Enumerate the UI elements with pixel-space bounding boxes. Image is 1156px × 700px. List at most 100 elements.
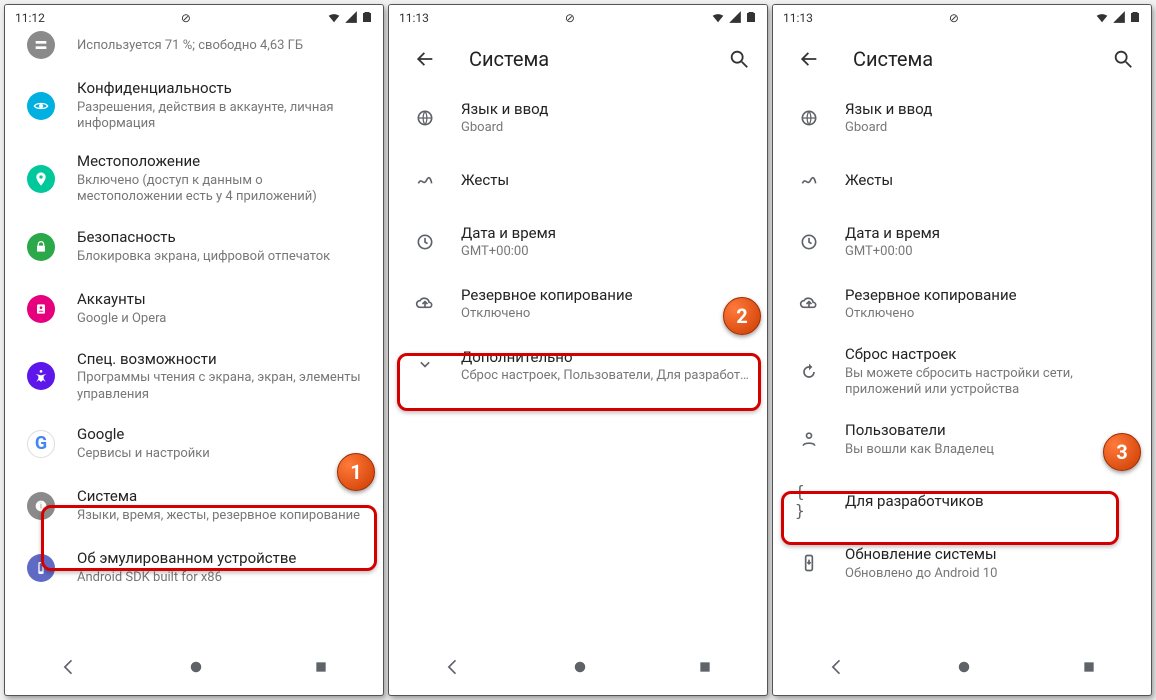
row-backup[interactable]: Резервное копирование Отключено — [773, 273, 1151, 335]
row-title: Сброс настроек — [845, 345, 1135, 364]
back-button[interactable] — [405, 39, 445, 79]
row-datetime[interactable]: Дата и время GMT+00:00 — [389, 211, 767, 273]
svg-text:i: i — [40, 501, 42, 510]
settings-row-storage[interactable]: Используется 71 %; свободно 4,63 ГБ — [5, 31, 383, 69]
nav-recent[interactable] — [697, 659, 713, 679]
row-title: Резервное копирование — [461, 286, 751, 305]
row-title: Язык и ввод — [845, 100, 1135, 119]
row-title: Безопасность — [77, 228, 367, 247]
row-title: Местоположение — [77, 152, 367, 171]
page-title: Система — [469, 47, 695, 71]
row-title: Дата и время — [845, 224, 1135, 243]
system-list[interactable]: Язык и ввод Gboard Жесты Дата и время GM… — [773, 87, 1151, 643]
nav-back[interactable] — [443, 657, 463, 681]
screen-system-collapsed: 11:13 ⊘ Система Язык и ввод Gboard Жесты — [388, 4, 768, 696]
signal-icon — [728, 10, 742, 27]
row-title: Система — [77, 487, 367, 506]
battery-icon — [745, 9, 757, 28]
wifi-icon — [1095, 10, 1109, 27]
row-developer[interactable]: { } Для разработчиков — [773, 470, 1151, 532]
page-title: Система — [853, 47, 1079, 71]
backup-icon — [411, 290, 439, 318]
row-language[interactable]: Язык и ввод Gboard — [773, 87, 1151, 149]
row-sub: Сервисы и настройки — [77, 446, 367, 462]
a11y-icon — [27, 362, 55, 390]
status-time: 11:13 — [399, 11, 429, 25]
system-icon: i — [27, 492, 55, 520]
row-title: Пользователи — [845, 421, 1135, 440]
update-icon — [795, 549, 823, 577]
search-button[interactable] — [1103, 39, 1143, 79]
row-title: Дополнительно — [461, 348, 751, 367]
status-icons — [327, 9, 373, 28]
nav-back[interactable] — [59, 657, 79, 681]
back-button[interactable] — [789, 39, 829, 79]
row-sub: Отключено — [461, 306, 751, 322]
nav-recent[interactable] — [313, 659, 329, 679]
system-list[interactable]: Язык и ввод Gboard Жесты Дата и время GM… — [389, 87, 767, 643]
status-icons — [1095, 9, 1141, 28]
row-sub: Используется 71 %; свободно 4,63 ГБ — [77, 38, 367, 54]
settings-list[interactable]: Используется 71 %; свободно 4,63 ГБ Конф… — [5, 31, 383, 643]
nav-bar — [5, 643, 383, 695]
settings-row-security[interactable]: Безопасность Блокировка экрана, цифровой… — [5, 216, 383, 278]
nav-home[interactable] — [955, 658, 973, 680]
row-sub: Включено (доступ к данным о местоположен… — [77, 173, 367, 206]
row-sub: Вы вошли как Владелец — [845, 442, 1135, 458]
row-title: Об эмулированном устройстве — [77, 549, 367, 568]
settings-row-privacy[interactable]: Конфиденциальность Разрешения, действия … — [5, 69, 383, 142]
settings-row-location[interactable]: Местоположение Включено (доступ к данным… — [5, 142, 383, 215]
status-time: 11:12 — [15, 11, 45, 25]
nav-bar — [389, 643, 767, 695]
app-bar: Система — [773, 31, 1151, 87]
wifi-icon — [327, 10, 341, 27]
row-title: Аккаунты — [77, 290, 367, 309]
status-bar: 11:12 ⊘ — [5, 5, 383, 31]
backup-icon — [795, 290, 823, 318]
row-title: Спец. возможности — [77, 350, 367, 369]
row-datetime[interactable]: Дата и время GMT+00:00 — [773, 211, 1151, 273]
signal-icon — [344, 10, 358, 27]
row-title: Язык и ввод — [461, 100, 751, 119]
globe-icon — [411, 104, 439, 132]
nav-home[interactable] — [571, 658, 589, 680]
accounts-icon — [27, 295, 55, 323]
row-gestures[interactable]: Жесты — [773, 149, 1151, 211]
users-icon — [795, 425, 823, 453]
dnd-icon: ⊘ — [949, 11, 959, 25]
clock-icon — [411, 228, 439, 256]
gesture-icon — [411, 166, 439, 194]
row-sub: Разрешения, действия в аккаунте, личная … — [77, 100, 367, 133]
row-reset[interactable]: Сброс настроек Вы можете сбросить настро… — [773, 335, 1151, 408]
settings-row-accessibility[interactable]: Спец. возможности Программы чтения с экр… — [5, 340, 383, 413]
settings-row-google[interactable]: G Google Сервисы и настройки — [5, 413, 383, 475]
signal-icon — [1112, 10, 1126, 27]
row-sub: GMT+00:00 — [461, 244, 751, 260]
settings-row-about[interactable]: Об эмулированном устройстве Android SDK … — [5, 537, 383, 599]
row-language[interactable]: Язык и ввод Gboard — [389, 87, 767, 149]
settings-row-accounts[interactable]: Аккаунты Google и Opera — [5, 278, 383, 340]
nav-back[interactable] — [827, 657, 847, 681]
search-button[interactable] — [719, 39, 759, 79]
row-sub: Gboard — [845, 120, 1135, 136]
row-system-update[interactable]: Обновление системы Обновлено до Android … — [773, 532, 1151, 594]
row-advanced[interactable]: Дополнительно Сброс настроек, Пользовате… — [389, 335, 767, 397]
nav-recent[interactable] — [1081, 659, 1097, 679]
settings-row-system[interactable]: i Система Языки, время, жесты, резервное… — [5, 475, 383, 537]
row-users[interactable]: Пользователи Вы вошли как Владелец — [773, 408, 1151, 470]
row-sub: Языки, время, жесты, резервное копирован… — [77, 508, 367, 524]
screen-system-expanded: 11:13 ⊘ Система Язык и ввод Gboard Жесты — [772, 4, 1152, 696]
globe-icon — [795, 104, 823, 132]
row-title: Резервное копирование — [845, 286, 1135, 305]
row-title: Для разработчиков — [845, 492, 1135, 511]
nav-home[interactable] — [187, 658, 205, 680]
clock-icon — [795, 228, 823, 256]
row-title: Конфиденциальность — [77, 79, 367, 98]
dnd-icon: ⊘ — [181, 11, 191, 25]
battery-icon — [361, 9, 373, 28]
row-gestures[interactable]: Жесты — [389, 149, 767, 211]
battery-icon — [1129, 9, 1141, 28]
app-bar: Система — [389, 31, 767, 87]
row-backup[interactable]: Резервное копирование Отключено — [389, 273, 767, 335]
status-icons — [711, 9, 757, 28]
